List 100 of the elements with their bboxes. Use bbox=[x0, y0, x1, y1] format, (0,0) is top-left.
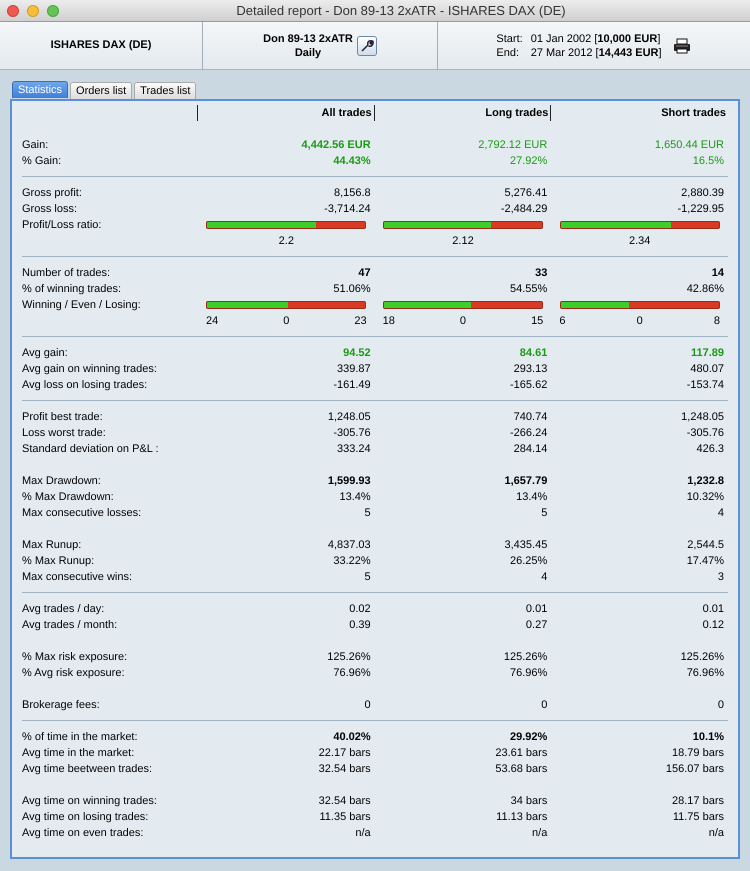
stat-value: 125.26% bbox=[327, 650, 371, 665]
stat-value: 4 bbox=[718, 506, 724, 521]
stat-value: 84.61 bbox=[520, 346, 548, 361]
stat-label: % Max Drawdown: bbox=[22, 490, 114, 503]
stat-label: % Avg risk exposure: bbox=[22, 666, 125, 679]
close-button[interactable] bbox=[7, 4, 19, 16]
window-title: Detailed report - Don 89-13 2xATR - ISHARES DAX (DE) bbox=[236, 2, 566, 20]
stat-value: 3,435.45 bbox=[504, 538, 548, 553]
stat-label: Gain: bbox=[22, 138, 48, 151]
stat-value: 26.25% bbox=[510, 554, 548, 569]
stat-value: 54.55% bbox=[510, 282, 548, 297]
stat-value: 0 bbox=[718, 698, 724, 713]
stat-label: Max consecutive losses: bbox=[22, 506, 142, 519]
timeframe-label: Daily bbox=[294, 46, 322, 60]
stat-value: -2,484.29 bbox=[500, 202, 548, 217]
winning-count: 6 bbox=[559, 314, 566, 329]
stat-value: n/a bbox=[532, 826, 548, 841]
start-label: Start: bbox=[496, 32, 523, 46]
tab[interactable]: Trades list bbox=[134, 82, 196, 99]
stat-value: 8,156.8 bbox=[334, 186, 371, 201]
tab[interactable]: Orders list bbox=[70, 82, 132, 99]
stat-value: 2,544.5 bbox=[687, 538, 724, 553]
stat-value: 1,650.44 EUR bbox=[654, 138, 724, 153]
stat-value: 53.68 bars bbox=[495, 762, 548, 777]
stat-value: 33 bbox=[535, 266, 548, 281]
stat-label: Avg trades / day: bbox=[22, 602, 104, 615]
stat-value: 13.4% bbox=[339, 490, 371, 505]
stat-value: 28.17 bars bbox=[672, 794, 724, 809]
stat-value: -161.49 bbox=[333, 378, 371, 393]
stat-label: Avg loss on losing trades: bbox=[22, 378, 148, 391]
stat-value: 2,880.39 bbox=[681, 186, 724, 201]
stat-value: -1,229.95 bbox=[678, 202, 724, 217]
ratio-value: 2.2 bbox=[278, 234, 294, 249]
stat-label: Profit best trade: bbox=[22, 410, 103, 423]
stat-label: % Gain: bbox=[22, 154, 62, 167]
stat-value: 1,248.05 bbox=[328, 410, 371, 425]
stat-value: 33.22% bbox=[333, 554, 371, 569]
stat-label: Avg time on winning trades: bbox=[22, 794, 157, 807]
stat-label: Winning / Even / Losing: bbox=[22, 298, 141, 311]
stat-label: % Max risk exposure: bbox=[22, 650, 128, 663]
stat-value: 32.54 bars bbox=[318, 762, 371, 777]
stat-value: 0 bbox=[541, 698, 548, 713]
stat-value: 22.17 bars bbox=[318, 746, 371, 761]
stat-value: 10.1% bbox=[692, 730, 724, 745]
stat-value: 18.79 bars bbox=[672, 746, 724, 761]
print-button[interactable] bbox=[672, 36, 692, 56]
even-count: 0 bbox=[460, 314, 466, 329]
stat-value: 10.32% bbox=[686, 490, 724, 505]
stat-value: 1,248.05 bbox=[681, 410, 724, 425]
settings-button[interactable] bbox=[356, 36, 377, 56]
losing-count: 23 bbox=[354, 314, 367, 329]
stat-label: Max Runup: bbox=[22, 538, 82, 551]
stat-label: Max Drawdown: bbox=[22, 474, 101, 487]
stat-value: 0.02 bbox=[349, 602, 371, 617]
stat-value: 27.92% bbox=[510, 154, 548, 169]
stat-label: Standard deviation on P&L : bbox=[22, 442, 159, 455]
ratio-value: 2.34 bbox=[628, 234, 650, 249]
stat-value: 156.07 bars bbox=[666, 762, 724, 777]
stat-label: Profit/Loss ratio: bbox=[22, 218, 102, 231]
stat-value: 14 bbox=[712, 266, 724, 281]
stat-value: 740.74 bbox=[514, 410, 548, 425]
stat-value: 1,232.8 bbox=[687, 474, 724, 489]
column-header[interactable]: Short trades bbox=[661, 104, 726, 122]
stat-label: Avg gain: bbox=[22, 346, 68, 359]
stat-value: 480.07 bbox=[690, 362, 724, 377]
stat-value: 94.52 bbox=[343, 346, 371, 361]
zoom-button[interactable] bbox=[47, 4, 59, 16]
stat-value: 1,599.93 bbox=[328, 474, 371, 489]
wrench-icon bbox=[360, 38, 374, 52]
stat-value: 1,657.79 bbox=[504, 474, 548, 489]
stat-value: 0.01 bbox=[526, 602, 548, 617]
column-header[interactable]: All trades bbox=[322, 104, 372, 122]
stat-label: Avg gain on winning trades: bbox=[22, 362, 157, 375]
stat-value: 17.47% bbox=[686, 554, 724, 569]
stat-value: 11.13 bars bbox=[496, 810, 548, 825]
stat-value: 47 bbox=[358, 266, 371, 281]
column-header[interactable]: Long trades bbox=[485, 104, 548, 122]
stat-value: 4,837.03 bbox=[328, 538, 371, 553]
stat-value: 32.54 bars bbox=[318, 794, 371, 809]
stat-value: 4,442.56 EUR bbox=[302, 138, 371, 153]
stat-value: 11.35 bars bbox=[319, 810, 371, 825]
stat-label: Gross profit: bbox=[22, 186, 82, 199]
stat-label: % of time in the market: bbox=[22, 730, 138, 743]
stat-value: 40.02% bbox=[333, 730, 371, 745]
stat-value: n/a bbox=[708, 826, 724, 841]
stat-value: 125.26% bbox=[680, 650, 724, 665]
printer-icon bbox=[672, 38, 691, 54]
stat-value: 44.43% bbox=[333, 154, 371, 169]
stat-label: Avg trades / month: bbox=[22, 618, 118, 631]
stat-value: 11.75 bars bbox=[672, 810, 724, 825]
stat-value: n/a bbox=[355, 826, 371, 841]
stat-value: 2,792.12 EUR bbox=[478, 138, 548, 153]
stat-value: 5 bbox=[364, 506, 371, 521]
stat-value: 23.61 bars bbox=[495, 746, 548, 761]
stat-value: -305.76 bbox=[686, 426, 724, 441]
stat-label: Loss worst trade: bbox=[22, 426, 106, 439]
losing-count: 8 bbox=[714, 314, 720, 329]
end-label: End: bbox=[496, 46, 520, 60]
start-value: 01 Jan 2002 [10,000 EUR] bbox=[530, 32, 662, 46]
stat-value: 51.06% bbox=[333, 282, 371, 297]
